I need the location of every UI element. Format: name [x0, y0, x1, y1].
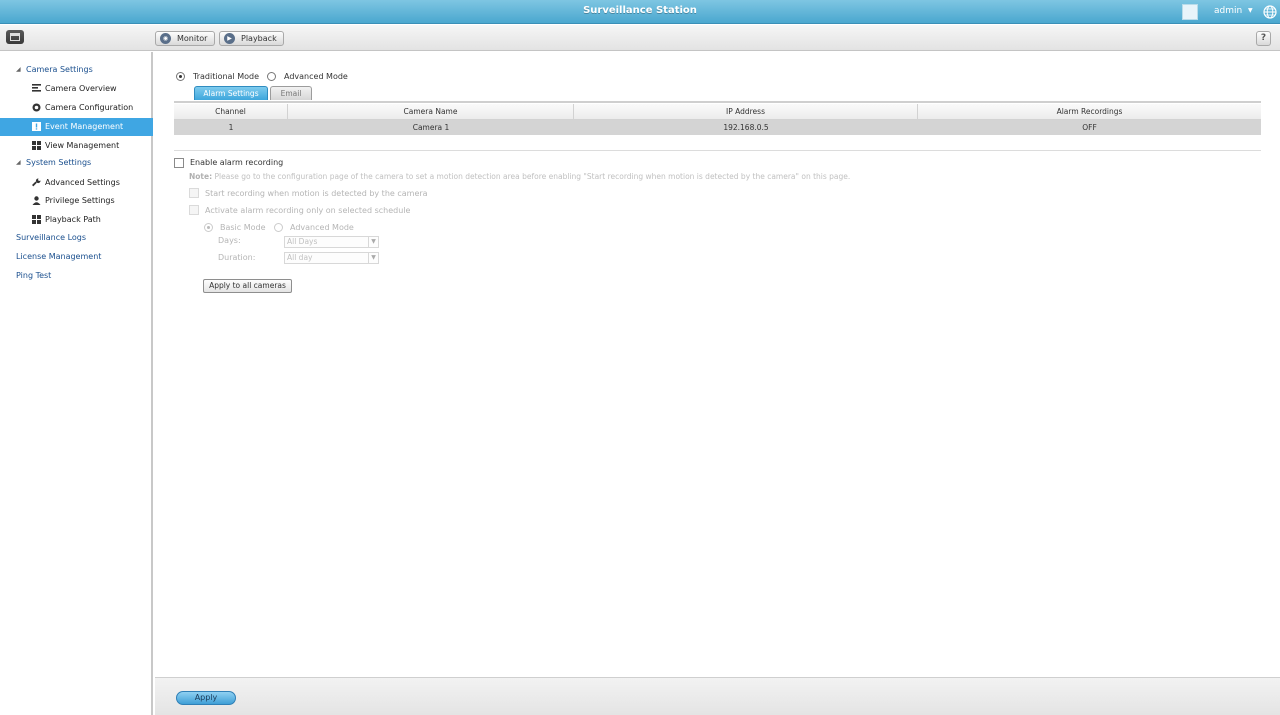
- sidebar-group-camera-settings[interactable]: ◢ Camera Settings: [0, 61, 153, 79]
- monitor-button[interactable]: ◉ Monitor: [155, 31, 215, 46]
- sidebar-label: Camera Configuration: [45, 103, 134, 112]
- cell-ip-address: 192.168.0.5: [723, 123, 769, 132]
- sidebar-item-advanced-settings[interactable]: Advanced Settings: [0, 174, 153, 192]
- days-select[interactable]: All Days ▼: [284, 236, 379, 248]
- duration-label: Duration:: [218, 253, 256, 262]
- advanced-mode-radio[interactable]: [267, 72, 276, 81]
- cell-camera-name: Camera 1: [412, 123, 450, 132]
- start-recording-motion-checkbox[interactable]: [189, 188, 199, 198]
- column-header-camera-name[interactable]: Camera Name: [288, 104, 574, 119]
- column-header-alarm-recordings[interactable]: Alarm Recordings: [918, 104, 1261, 119]
- table-header: Channel Camera Name IP Address Alarm Rec…: [174, 104, 1261, 120]
- note-text: Please go to the configuration page of t…: [214, 172, 851, 181]
- sidebar-label: Advanced Settings: [45, 178, 120, 187]
- sidebar-label: Camera Overview: [45, 84, 117, 93]
- monitor-label: Monitor: [177, 34, 208, 43]
- start-recording-motion-label: Start recording when motion is detected …: [205, 189, 428, 198]
- main-menu-button[interactable]: [6, 30, 24, 44]
- tab-email[interactable]: Email: [270, 86, 312, 100]
- note-prefix: Note:: [189, 172, 213, 181]
- grid-icon: [32, 215, 41, 224]
- main-content: Traditional Mode Advanced Mode Alarm Set…: [155, 52, 1280, 677]
- days-label: Days:: [218, 236, 241, 245]
- chevron-down-icon: ▼: [368, 237, 378, 247]
- cell-channel: 1: [228, 123, 234, 132]
- window-title: Surveillance Station: [583, 5, 697, 16]
- traditional-mode-radio[interactable]: [176, 72, 185, 81]
- grid-icon: [32, 141, 41, 150]
- enable-alarm-recording-checkbox[interactable]: [174, 158, 184, 168]
- basic-mode-label: Basic Mode: [220, 223, 266, 232]
- sidebar-label: Playback Path: [45, 215, 101, 224]
- window-icon: [10, 33, 20, 41]
- camera-table: Channel Camera Name IP Address Alarm Rec…: [174, 101, 1261, 151]
- playback-label: Playback: [241, 34, 277, 43]
- chevron-down-icon: ▼: [368, 253, 378, 263]
- activate-schedule-label: Activate alarm recording only on selecte…: [205, 206, 411, 215]
- user-avatar[interactable]: [1182, 4, 1198, 20]
- sidebar-item-camera-configuration[interactable]: Camera Configuration: [0, 99, 153, 117]
- basic-mode-radio[interactable]: [204, 223, 213, 232]
- sidebar-label: View Management: [45, 141, 120, 150]
- wrench-icon: [32, 178, 41, 187]
- title-bar: Surveillance Station admin ▼: [0, 0, 1280, 24]
- schedule-advanced-mode-label: Advanced Mode: [290, 223, 354, 232]
- sidebar-label: Camera Settings: [26, 65, 93, 74]
- table-row[interactable]: 1 Camera 1 192.168.0.5 OFF: [174, 120, 1261, 135]
- apply-to-all-cameras-button[interactable]: Apply to all cameras: [203, 279, 292, 293]
- activate-schedule-checkbox[interactable]: [189, 205, 199, 215]
- sidebar-item-privilege-settings[interactable]: Privilege Settings: [0, 192, 153, 210]
- monitor-icon: ◉: [160, 33, 171, 44]
- column-header-ip-address[interactable]: IP Address: [574, 104, 918, 119]
- schedule-advanced-mode-radio[interactable]: [274, 223, 283, 232]
- enable-alarm-recording-label: Enable alarm recording: [190, 158, 284, 167]
- playback-button[interactable]: ▶ Playback: [219, 31, 284, 46]
- help-button[interactable]: ?: [1256, 31, 1271, 46]
- sidebar-item-surveillance-logs[interactable]: Surveillance Logs: [0, 229, 153, 247]
- user-icon: [32, 196, 41, 205]
- user-menu-caret-icon[interactable]: ▼: [1248, 7, 1253, 14]
- footer-bar: Apply: [155, 677, 1280, 715]
- duration-value: All day: [287, 253, 313, 262]
- collapse-triangle-icon: ◢: [16, 66, 21, 73]
- user-name[interactable]: admin: [1214, 6, 1242, 16]
- duration-select[interactable]: All day ▼: [284, 252, 379, 264]
- column-header-channel[interactable]: Channel: [174, 104, 288, 119]
- sidebar-item-view-management[interactable]: View Management: [0, 137, 153, 155]
- toolbar: ◉ Monitor ▶ Playback ?: [0, 25, 1280, 51]
- camera-icon: [32, 103, 41, 112]
- sidebar-label: Event Management: [45, 122, 124, 131]
- list-icon: [32, 84, 41, 92]
- advanced-mode-label: Advanced Mode: [284, 72, 348, 81]
- sidebar-item-camera-overview[interactable]: Camera Overview: [0, 80, 153, 98]
- days-value: All Days: [287, 237, 318, 246]
- sidebar-group-system-settings[interactable]: ◢ System Settings: [0, 154, 153, 172]
- play-icon: ▶: [224, 33, 235, 44]
- alert-icon: [32, 122, 41, 131]
- sidebar-item-ping-test[interactable]: Ping Test: [0, 267, 153, 285]
- sidebar-item-playback-path[interactable]: Playback Path: [0, 211, 153, 229]
- cell-alarm-recordings: OFF: [1082, 123, 1097, 132]
- sidebar-item-event-management[interactable]: Event Management: [0, 118, 153, 136]
- apply-button[interactable]: Apply: [176, 691, 236, 705]
- tab-alarm-settings[interactable]: Alarm Settings: [194, 86, 268, 100]
- globe-icon[interactable]: [1263, 5, 1277, 19]
- sidebar-label: Privilege Settings: [45, 196, 115, 205]
- motion-detection-note: Note: Please go to the configuration pag…: [189, 172, 850, 181]
- sidebar-label: System Settings: [26, 158, 92, 167]
- traditional-mode-label: Traditional Mode: [193, 72, 259, 81]
- collapse-triangle-icon: ◢: [16, 159, 21, 166]
- sidebar-item-license-management[interactable]: License Management: [0, 248, 153, 266]
- sidebar: ◢ Camera Settings Camera Overview Camera…: [0, 52, 153, 715]
